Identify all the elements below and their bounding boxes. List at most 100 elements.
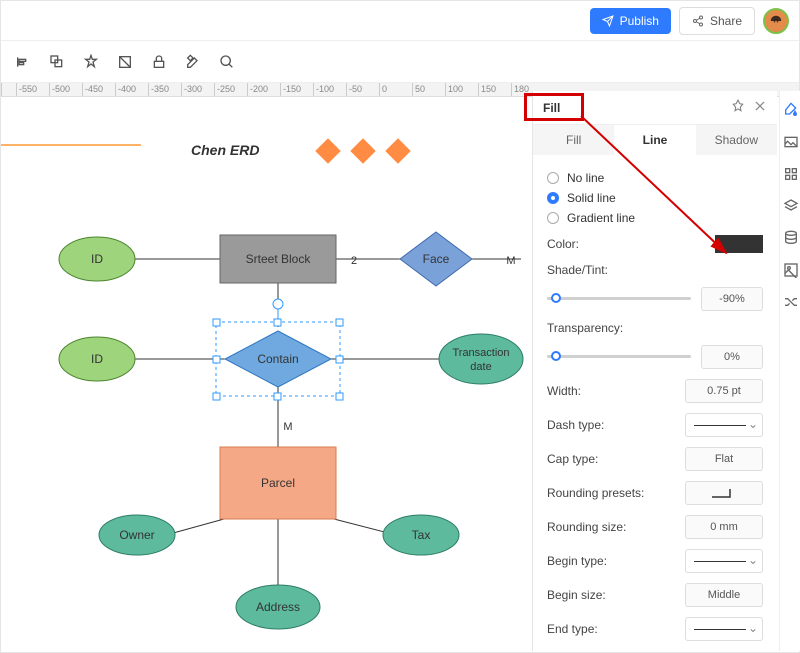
ruler-tick: -200	[247, 83, 268, 96]
tab-fill[interactable]: Fill	[533, 125, 614, 155]
diamond-face-label: Face	[423, 252, 450, 266]
publish-label: Publish	[620, 14, 659, 28]
ruler-tick: -350	[148, 83, 169, 96]
ruler-tick: -50	[346, 83, 362, 96]
ellipse-id1-label: ID	[91, 252, 103, 266]
grid-tool-icon[interactable]	[782, 165, 800, 183]
layers-tool-icon[interactable]	[782, 197, 800, 215]
svg-text:Transaction: Transaction	[452, 347, 509, 359]
diamond-contain-label: Contain	[257, 352, 298, 366]
publish-button[interactable]: Publish	[590, 8, 671, 34]
ellipse-owner-label: Owner	[119, 528, 154, 542]
rounding-size-value[interactable]: 0 mm	[685, 515, 763, 539]
canvas[interactable]: Chen ERD ID Srteet Block 2	[1, 97, 536, 637]
ruler-tick: 0	[379, 83, 387, 96]
ruler-tick	[1, 83, 4, 96]
begin-type-select[interactable]	[685, 549, 763, 573]
share-label: Share	[710, 14, 742, 28]
properties-panel: Fill Fill Line Shadow No line Solid line…	[532, 91, 777, 651]
rotate-handle[interactable]	[273, 299, 283, 309]
lock-icon[interactable]	[149, 52, 169, 72]
svg-text:date: date	[470, 361, 491, 373]
cardinality-m2: M	[283, 421, 292, 433]
width-label: Width:	[547, 384, 581, 398]
share-icon	[692, 15, 704, 27]
avatar-face-icon	[767, 12, 785, 30]
close-icon[interactable]	[753, 99, 767, 116]
shuffle-tool-icon[interactable]	[782, 293, 800, 311]
sel-handle[interactable]	[336, 319, 343, 326]
radio-gradient-line[interactable]: Gradient line	[547, 211, 763, 225]
transparency-value[interactable]: 0%	[701, 345, 763, 369]
begin-size-label: Begin size:	[547, 588, 606, 602]
ellipse-transaction-date[interactable]	[439, 334, 523, 384]
annotation-box	[524, 93, 584, 121]
begin-type-label: Begin type:	[547, 554, 607, 568]
crop-icon[interactable]	[115, 52, 135, 72]
width-value[interactable]: 0.75 pt	[685, 379, 763, 403]
topbar: Publish Share	[1, 1, 799, 41]
search-icon[interactable]	[217, 52, 237, 72]
star-icon[interactable]	[81, 52, 101, 72]
rect-street-block-label: Srteet Block	[246, 252, 312, 266]
ellipse-id2-label: ID	[91, 352, 103, 366]
sel-handle[interactable]	[213, 393, 220, 400]
dash-label: Dash type:	[547, 418, 604, 432]
avatar[interactable]	[763, 8, 789, 34]
ruler-tick: -500	[49, 83, 70, 96]
cardinality-2: 2	[351, 255, 357, 267]
radio-no-line[interactable]: No line	[547, 171, 763, 185]
dash-select[interactable]	[685, 413, 763, 437]
rect-parcel-label: Parcel	[261, 476, 295, 490]
begin-size-value[interactable]: Middle	[685, 583, 763, 607]
ruler-tick: 100	[445, 83, 463, 96]
tools-icon[interactable]	[183, 52, 203, 72]
end-type-label: End type:	[547, 622, 598, 636]
ruler-tick: -450	[82, 83, 103, 96]
rounding-preset-select[interactable]	[685, 481, 763, 505]
picture-tool-icon[interactable]	[782, 261, 800, 279]
transparency-slider[interactable]	[547, 350, 691, 364]
diagram-svg: ID Srteet Block 2 Face M ID Contain	[1, 97, 536, 652]
cardinality-m: M	[506, 255, 515, 267]
shade-label: Shade/Tint:	[547, 263, 608, 277]
ruler-tick: -100	[313, 83, 334, 96]
align-icon[interactable]	[13, 52, 33, 72]
cap-value[interactable]: Flat	[685, 447, 763, 471]
image-tool-icon[interactable]	[782, 133, 800, 151]
sel-handle[interactable]	[274, 393, 281, 400]
ruler-tick: 150	[478, 83, 496, 96]
sel-handle[interactable]	[336, 356, 343, 363]
tab-line[interactable]: Line	[614, 125, 695, 155]
database-tool-icon[interactable]	[782, 229, 800, 247]
color-label: Color:	[547, 237, 579, 251]
tab-shadow[interactable]: Shadow	[696, 125, 777, 155]
radio-solid-line[interactable]: Solid line	[547, 191, 763, 205]
ruler-tick: -250	[214, 83, 235, 96]
ruler-tick: -150	[280, 83, 301, 96]
ruler-tick: -300	[181, 83, 202, 96]
panel-body: No line Solid line Gradient line Color: …	[533, 155, 777, 651]
right-tool-column	[779, 91, 800, 651]
pin-icon[interactable]	[731, 99, 745, 116]
sel-handle[interactable]	[274, 319, 281, 326]
ruler-tick: -400	[115, 83, 136, 96]
ellipse-address-label: Address	[256, 600, 300, 614]
color-swatch[interactable]	[715, 235, 763, 253]
ellipse-tax-label: Tax	[412, 528, 431, 542]
cap-label: Cap type:	[547, 452, 598, 466]
sel-handle[interactable]	[213, 356, 220, 363]
sel-handle[interactable]	[336, 393, 343, 400]
fill-tool-icon[interactable]	[782, 101, 800, 119]
group-icon[interactable]	[47, 52, 67, 72]
share-button[interactable]: Share	[679, 7, 755, 35]
sel-handle[interactable]	[213, 319, 220, 326]
end-type-select[interactable]	[685, 617, 763, 641]
rounding-size-label: Rounding size:	[547, 520, 626, 534]
ruler-tick: -550	[16, 83, 37, 96]
transparency-label: Transparency:	[547, 321, 623, 335]
publish-icon	[602, 15, 614, 27]
shade-value[interactable]: -90%	[701, 287, 763, 311]
shade-slider[interactable]	[547, 292, 691, 306]
ruler-tick: 50	[412, 83, 425, 96]
